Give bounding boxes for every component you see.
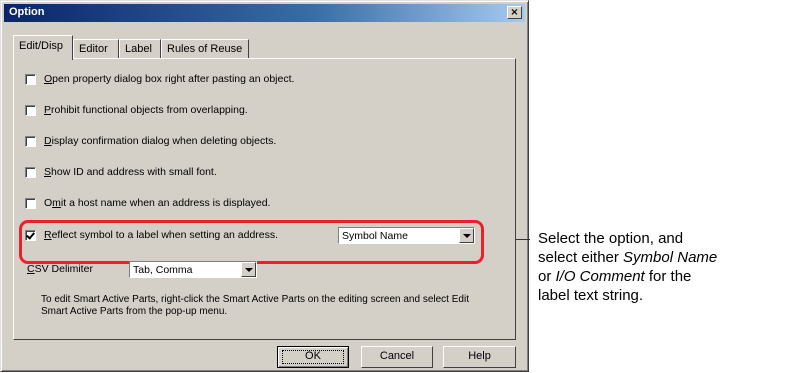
option-label: Reflect symbol to a label when setting a… <box>44 229 279 241</box>
window-title: Option <box>9 6 45 18</box>
callout-text: Select the option, and select either Sym… <box>538 229 788 305</box>
dropdown-button[interactable] <box>241 262 256 277</box>
focus-rect <box>282 350 344 364</box>
tab-edit-disp[interactable]: Edit/Disp <box>13 35 73 60</box>
tab-label: Rules of Reuse <box>167 43 243 55</box>
tab-label: Edit/Disp <box>19 40 64 52</box>
help-button[interactable]: Help <box>443 346 516 368</box>
option-label: Show ID and address with small font. <box>44 166 217 178</box>
dropdown-value: Tab, Comma <box>133 264 193 276</box>
csv-delimiter-label: CSV Delimiter <box>27 263 93 275</box>
info-text: To edit Smart Active Parts, right-click … <box>41 294 469 317</box>
option-dialog: Option × Edit/Disp Editor Label Rules of… <box>0 0 529 372</box>
option-open-property-dialog[interactable]: Open property dialog box right after pas… <box>25 71 294 87</box>
cancel-label: Cancel <box>379 350 415 362</box>
option-omit-host-name[interactable]: Omit a host name when an address is disp… <box>25 195 270 211</box>
csv-delimiter-dropdown[interactable]: Tab, Comma <box>129 261 257 278</box>
cancel-button[interactable]: Cancel <box>361 346 433 368</box>
checkbox-checked[interactable] <box>25 229 36 241</box>
option-label: Omit a host name when an address is disp… <box>44 197 271 209</box>
tab-label[interactable]: Label <box>119 39 161 59</box>
checkbox[interactable] <box>25 197 36 209</box>
option-prohibit-overlapping[interactable]: Prohibit functional objects from overlap… <box>25 102 248 118</box>
label-type-dropdown[interactable]: Symbol Name <box>338 227 475 244</box>
callout-line: select either Symbol Name <box>538 249 718 266</box>
chevron-down-icon <box>245 268 253 272</box>
callout-line: label text string. <box>538 287 644 304</box>
callout-line: or I/O Comment for the <box>538 268 692 285</box>
option-confirm-delete[interactable]: Display confirmation dialog when deletin… <box>25 133 276 149</box>
tab-editor[interactable]: Editor <box>73 39 119 59</box>
close-button[interactable]: × <box>507 6 522 19</box>
checkbox[interactable] <box>25 135 36 147</box>
dropdown-button[interactable] <box>459 228 474 243</box>
option-label: Display confirmation dialog when deletin… <box>44 135 277 147</box>
chevron-down-icon <box>463 234 471 238</box>
ok-button[interactable]: OK <box>277 346 349 368</box>
tab-label: Label <box>125 43 152 55</box>
help-label: Help <box>468 350 491 362</box>
option-reflect-symbol[interactable]: Reflect symbol to a label when setting a… <box>25 227 278 243</box>
tab-label: Editor <box>79 43 108 55</box>
checkbox[interactable] <box>25 73 36 85</box>
checkbox[interactable] <box>25 166 36 178</box>
callout-line: Select the option, and <box>538 230 684 247</box>
checkbox[interactable] <box>25 104 36 116</box>
close-icon: × <box>510 7 519 18</box>
option-label: Prohibit functional objects from overlap… <box>44 104 248 116</box>
option-label: Open property dialog box right after pas… <box>44 73 295 85</box>
dropdown-value: Symbol Name <box>342 230 408 242</box>
option-small-font[interactable]: Show ID and address with small font. <box>25 164 217 180</box>
tab-rules-of-reuse[interactable]: Rules of Reuse <box>161 39 249 59</box>
title-bar[interactable]: Option × <box>4 4 525 22</box>
